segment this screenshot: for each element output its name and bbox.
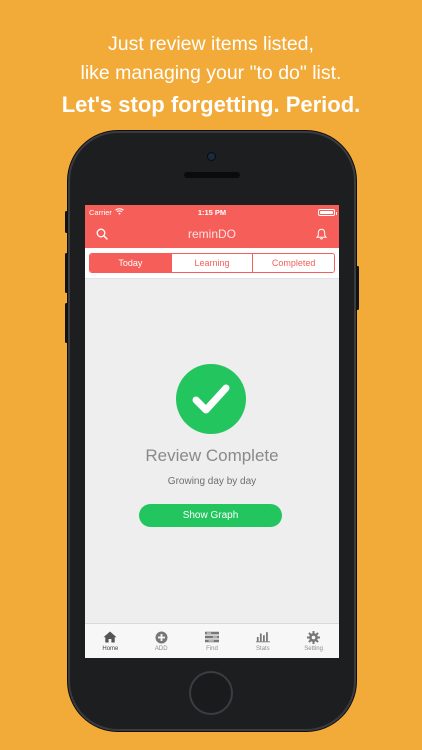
tab-setting-label: Setting bbox=[304, 645, 323, 652]
nav-bar: reminDO bbox=[85, 220, 339, 248]
gear-icon bbox=[307, 630, 321, 644]
segment-completed[interactable]: Completed bbox=[253, 254, 334, 272]
segment-learning[interactable]: Learning bbox=[171, 254, 254, 272]
bell-icon[interactable] bbox=[315, 227, 329, 241]
tab-home-label: Home bbox=[102, 645, 119, 652]
search-icon[interactable] bbox=[95, 227, 109, 241]
promo-headline: Let's stop forgetting. Period. bbox=[61, 92, 361, 117]
battery-icon bbox=[318, 209, 337, 216]
front-camera bbox=[208, 153, 215, 160]
power-button bbox=[356, 266, 359, 310]
review-subtitle: Growing day by day bbox=[167, 476, 257, 487]
app-title: reminDO bbox=[187, 227, 236, 241]
tab-find[interactable]: Find bbox=[187, 624, 238, 658]
tab-setting[interactable]: Setting bbox=[288, 624, 339, 658]
tab-bar: Home ADD Find Stats Setting bbox=[85, 623, 339, 658]
promo-text: Just review items listed, like managing … bbox=[0, 30, 422, 120]
tab-home[interactable]: Home bbox=[85, 624, 136, 658]
tab-stats[interactable]: Stats bbox=[237, 624, 288, 658]
review-complete-title: Review Complete bbox=[145, 446, 279, 465]
mute-switch bbox=[65, 211, 68, 233]
app-screen: Carrier 1:15 PM reminDO Today Learning C… bbox=[85, 205, 339, 658]
status-time: 1:15 PM bbox=[197, 208, 227, 217]
tab-find-label: Find bbox=[206, 645, 218, 652]
earpiece-speaker bbox=[184, 172, 240, 178]
review-content: Review Complete Growing day by day Show … bbox=[85, 284, 339, 623]
status-bar: Carrier 1:15 PM bbox=[85, 205, 339, 220]
tab-add-label: ADD bbox=[154, 645, 168, 652]
home-button[interactable] bbox=[189, 671, 233, 715]
volume-up-button bbox=[65, 253, 68, 293]
tab-add[interactable]: ADD bbox=[136, 624, 187, 658]
home-icon bbox=[103, 631, 117, 644]
checkmark-icon bbox=[176, 364, 246, 434]
segment-container: Today Learning Completed bbox=[85, 248, 339, 279]
add-icon bbox=[154, 631, 168, 644]
show-graph-button[interactable]: Show Graph bbox=[139, 504, 282, 527]
tab-stats-label: Stats bbox=[255, 645, 270, 652]
promo-line-1: Just review items listed, bbox=[108, 33, 314, 55]
find-icon bbox=[204, 631, 219, 644]
segmented-control: Today Learning Completed bbox=[89, 253, 335, 273]
stats-icon bbox=[255, 631, 270, 644]
volume-down-button bbox=[65, 303, 68, 343]
promo-line-2: like managing your "to do" list. bbox=[80, 62, 342, 84]
segment-today[interactable]: Today bbox=[90, 254, 172, 272]
